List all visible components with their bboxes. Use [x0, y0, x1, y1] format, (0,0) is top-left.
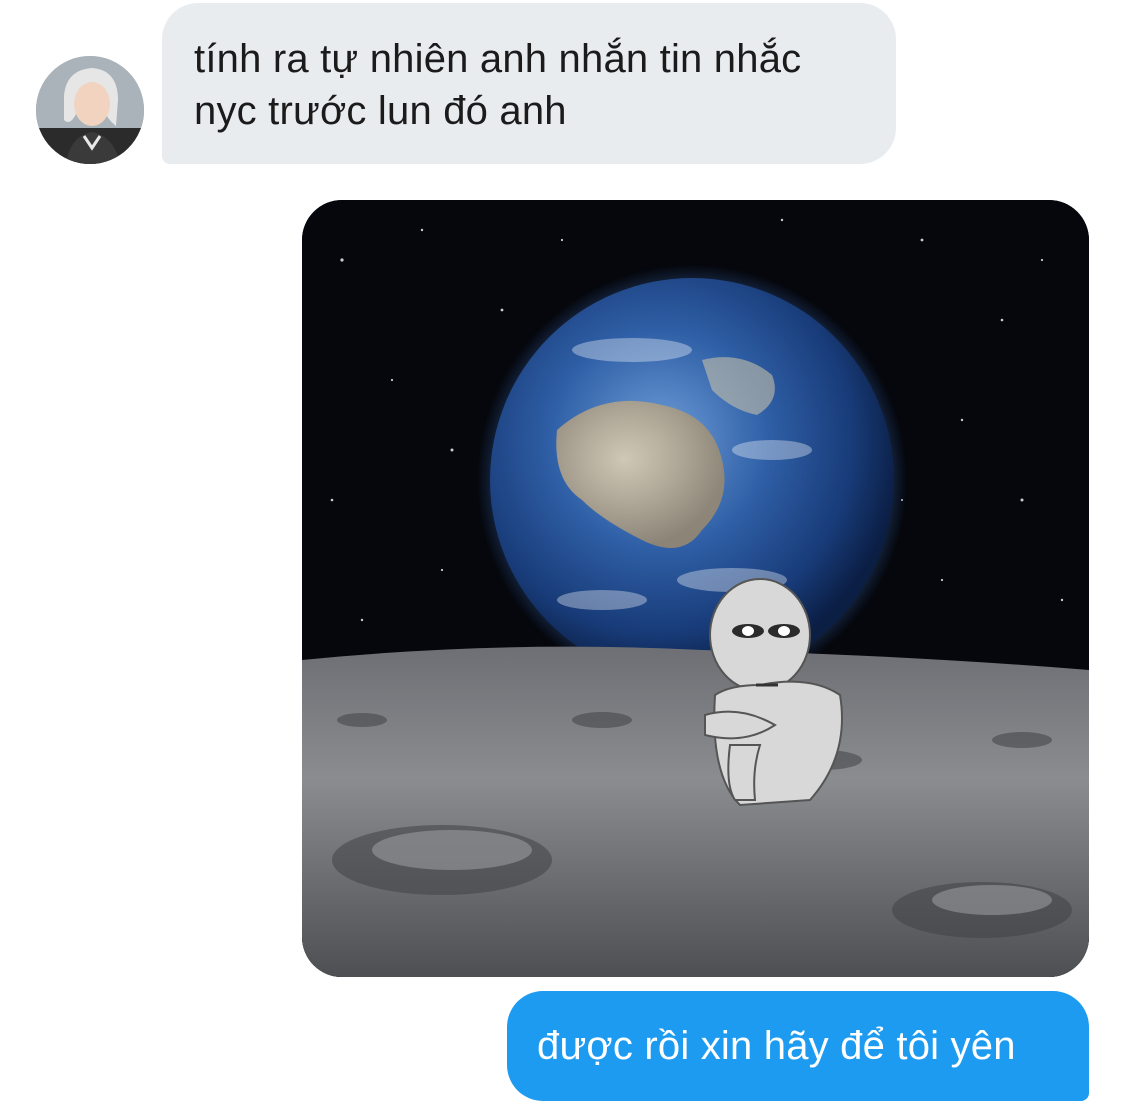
outgoing-message-text: được rồi xin hãy để tôi yên [537, 1024, 1016, 1068]
outgoing-image-message[interactable] [302, 200, 1089, 977]
chat-thread: tính ra tự nhiên anh nhắn tin nhắc nyc t… [0, 0, 1125, 1116]
incoming-message-line-2: nyc trước lun đó anh [194, 89, 567, 133]
user-avatar[interactable] [36, 56, 144, 164]
outgoing-message-bubble[interactable]: được rồi xin hãy để tôi yên [507, 991, 1089, 1101]
earth-over-moon-sticker-image [302, 200, 1089, 977]
avatar-photo [36, 56, 144, 164]
incoming-message-bubble[interactable]: tính ra tự nhiên anh nhắn tin nhắc nyc t… [162, 3, 896, 164]
incoming-message-line-1: tính ra tự nhiên anh nhắn tin nhắc [194, 37, 802, 81]
